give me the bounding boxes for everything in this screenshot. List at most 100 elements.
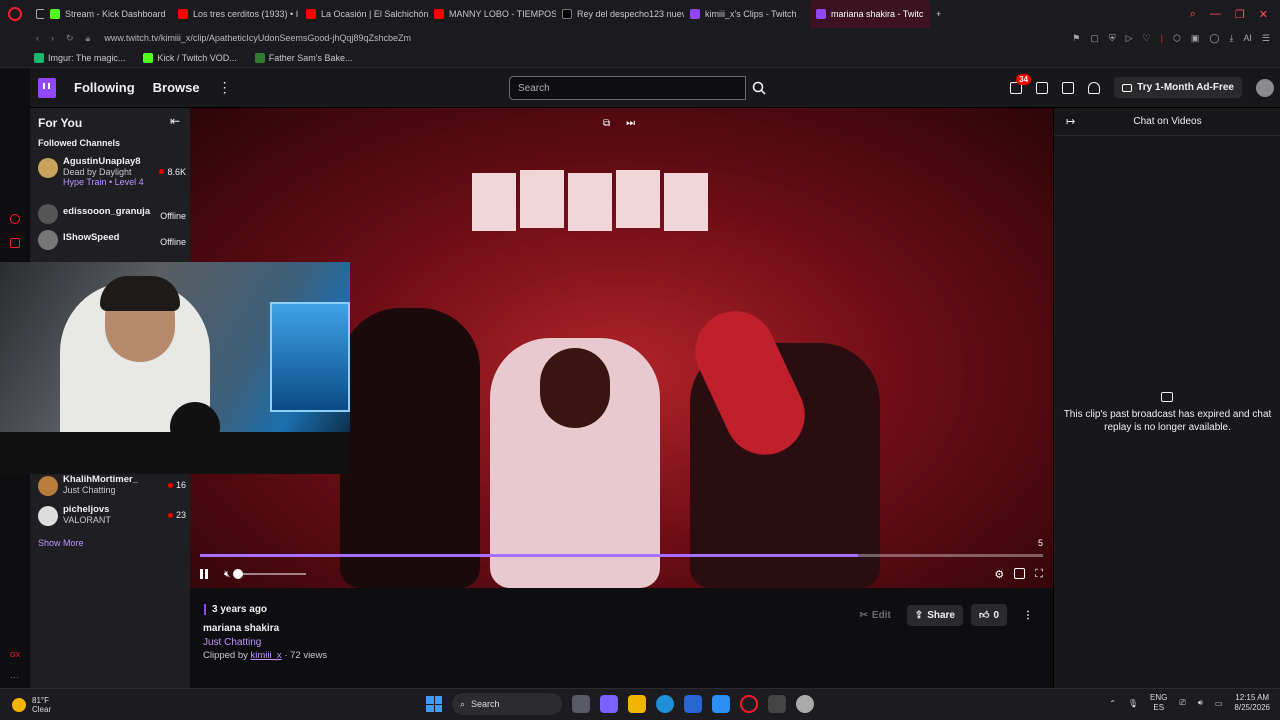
tab-los-tres-cerditos[interactable]: Los tres cerditos (1933) • I	[172, 0, 300, 28]
volume-slider[interactable]	[233, 569, 307, 579]
volume-icon[interactable]: 🔊︎	[1198, 698, 1203, 708]
heart-icon[interactable]: ♡	[1143, 33, 1151, 44]
tab-kick-dashboard[interactable]: Stream - Kick Dashboard	[44, 0, 172, 28]
ai-button[interactable]: AI	[1243, 33, 1252, 44]
search-tabs-icon[interactable]: ⌕	[1190, 8, 1196, 21]
share-button[interactable]: ⇪ Share	[906, 604, 963, 626]
extensions-icon[interactable]: ⬡	[1173, 33, 1181, 44]
tv-icon	[1122, 83, 1133, 92]
channel-game: VALORANT	[63, 515, 111, 525]
youtube-icon	[178, 9, 188, 19]
poster	[568, 173, 612, 231]
battery-icon[interactable]: ▭	[1215, 699, 1223, 708]
wallet-icon[interactable]: ▣	[1191, 33, 1200, 44]
weather-widget[interactable]: 81°F Clear	[0, 696, 51, 714]
twitch-logo-icon[interactable]	[38, 77, 56, 98]
file-explorer-icon[interactable]	[628, 695, 646, 713]
microphone-icon[interactable]: 🎙︎	[1128, 699, 1138, 708]
tab-overview-icon[interactable]	[30, 0, 44, 28]
mute-icon[interactable]: 🔇︎	[224, 569, 230, 580]
tab-manny-lobo[interactable]: MANNY LOBO - TIEMPOS	[428, 0, 556, 28]
download-icon[interactable]: ⤓	[1229, 33, 1233, 44]
mail-icon[interactable]	[712, 695, 730, 713]
settings-icon[interactable]: ⚙	[994, 568, 1004, 581]
collapse-chat-icon[interactable]: ↦	[1066, 115, 1075, 128]
show-hidden-icons-icon[interactable]: ⌃	[1109, 699, 1116, 708]
taskbar-search[interactable]: ⌕ Search	[452, 693, 562, 715]
forward-icon[interactable]: ›	[51, 33, 54, 44]
tab-mariana-shakira[interactable]: mariana shakira - Twitc	[810, 0, 930, 28]
reload-icon[interactable]: ↻	[66, 33, 74, 44]
new-tab-button[interactable]: +	[930, 0, 950, 28]
sidebar-channel[interactable]: KhalihMortimer_ Just Chatting 16	[38, 474, 186, 496]
maximize-icon[interactable]: ❐	[1235, 8, 1245, 21]
speed-dial-icon[interactable]	[10, 214, 20, 224]
chat-unavailable-icon	[1161, 392, 1173, 402]
whispers-icon[interactable]	[1062, 81, 1075, 94]
person-center-head	[540, 348, 610, 428]
theatre-mode-icon[interactable]	[1014, 567, 1026, 579]
inbox-icon[interactable]	[1036, 81, 1049, 94]
menu-icon[interactable]: ☰	[1262, 33, 1270, 44]
gx-icon[interactable]: GX	[10, 652, 20, 659]
search-button[interactable]	[746, 76, 772, 100]
start-icon[interactable]	[426, 696, 442, 712]
edge-icon[interactable]	[656, 695, 674, 713]
tab-islands-icon[interactable]	[10, 238, 20, 248]
edit-button[interactable]: ✂ Edit	[852, 605, 899, 626]
tab-kimiii-clips[interactable]: kimiii_x's Clips - Twitch	[684, 0, 810, 28]
following-link[interactable]: Following	[74, 80, 135, 95]
seek-bar[interactable]	[200, 554, 1043, 557]
play-icon[interactable]: ▷	[1126, 33, 1133, 44]
tab-rey-del-despecho[interactable]: Rey del despecho123 nuev	[556, 0, 684, 28]
bookmark-father-sams[interactable]: Father Sam's Bake...	[254, 52, 353, 63]
adblock-icon[interactable]: ⛨	[1109, 33, 1116, 44]
close-icon[interactable]: ✕	[1259, 8, 1268, 21]
bookmark-icon[interactable]: ⚑	[1072, 33, 1080, 44]
opera-gx-icon[interactable]	[740, 695, 758, 713]
browse-link[interactable]: Browse	[153, 80, 200, 95]
clipper-link[interactable]: kimiii_x	[251, 650, 282, 661]
more-menu-icon[interactable]: ⋮	[218, 79, 232, 96]
notifications-icon[interactable]: 34	[1010, 73, 1032, 94]
fullscreen-icon[interactable]: ⛶	[1035, 568, 1043, 581]
snapshot-icon[interactable]: ▢	[1090, 33, 1099, 44]
sidebar-channel[interactable]: picheljovs VALORANT 23	[38, 504, 186, 526]
clock[interactable]: 12:15 AM 8/25/2026	[1234, 693, 1270, 713]
skip-next-icon[interactable]: ⏭	[626, 118, 635, 129]
sidebar-channel[interactable]: AgustinUnaplay8 Dead by Daylight Hype Tr…	[38, 156, 186, 187]
network-icon[interactable]: ⎚	[1179, 698, 1185, 708]
app-icon[interactable]	[768, 695, 786, 713]
bookmark-kick-twitch-vod[interactable]: Kick / Twitch VOD...	[143, 52, 237, 63]
bookmark-imgur[interactable]: Imgur: The magic...	[34, 52, 125, 63]
collapse-sidebar-icon[interactable]: ⇤	[170, 114, 180, 128]
chat-title: Chat on Videos	[1133, 116, 1202, 127]
like-button[interactable]: 👍︎ 0	[970, 604, 1007, 626]
url-field[interactable]: www.twitch.tv/kimiii_x/clip/ApatheticIcy…	[104, 33, 411, 43]
sidebar-channel[interactable]: IShowSpeed Offline	[38, 228, 186, 250]
youtube-icon	[434, 9, 444, 19]
copilot-icon[interactable]	[600, 695, 618, 713]
app-icon[interactable]	[796, 695, 814, 713]
show-more-link[interactable]: Show More	[38, 538, 84, 548]
more-options-icon[interactable]: ⋮	[1015, 605, 1041, 626]
task-view-icon[interactable]	[572, 695, 590, 713]
back-icon[interactable]: ‹	[36, 33, 39, 44]
more-icon[interactable]: ···	[10, 672, 19, 682]
tab-la-ocasion[interactable]: La Ocasión | El Salchichón	[300, 0, 428, 28]
opera-logo-icon[interactable]	[0, 0, 30, 28]
user-avatar[interactable]	[1256, 78, 1274, 97]
search-input[interactable]	[509, 76, 746, 100]
sidebar-channel[interactable]: edissooon_granuja Offline	[38, 202, 186, 224]
store-icon[interactable]	[684, 695, 702, 713]
ad-free-button[interactable]: Try 1-Month Ad-Free	[1114, 77, 1242, 98]
crown-icon[interactable]	[1088, 81, 1101, 94]
account-icon[interactable]: ◯	[1209, 33, 1219, 44]
language-indicator[interactable]: ENG ES	[1150, 693, 1167, 713]
pip-icon[interactable]: ⧉	[603, 118, 610, 129]
pause-button[interactable]	[200, 569, 210, 579]
view-count: · 72 views	[284, 650, 328, 661]
volume-knob[interactable]	[233, 569, 244, 579]
minimize-icon[interactable]: —	[1210, 8, 1221, 21]
clip-category-link[interactable]: Just Chatting	[203, 637, 261, 648]
